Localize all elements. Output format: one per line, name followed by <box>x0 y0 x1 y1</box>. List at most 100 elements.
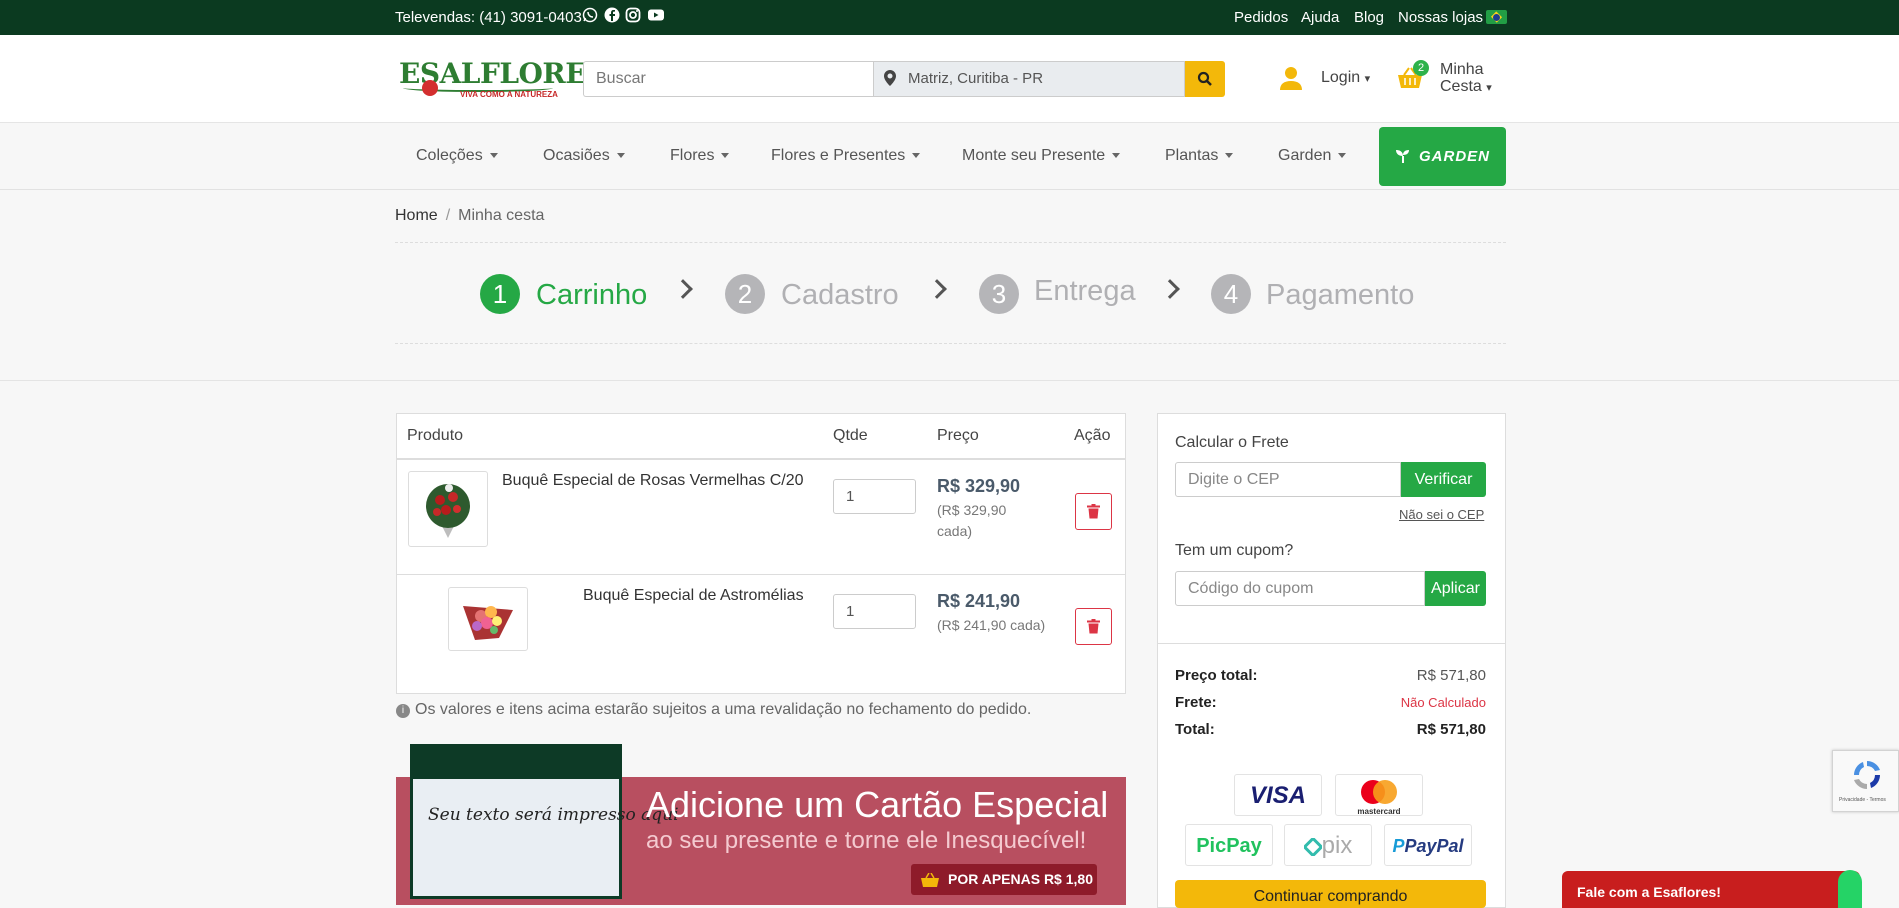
card-sample-text: Seu texto será impresso aqui <box>428 805 679 825</box>
nav-monte-seu-presente[interactable]: Monte seu Presente <box>962 147 1120 165</box>
coupon-input[interactable]: Código do cupom <box>1175 571 1425 606</box>
search-icon <box>1197 71 1212 86</box>
coupon-label: Tem um cupom? <box>1175 542 1294 559</box>
brazil-flag-icon[interactable] <box>1486 10 1507 24</box>
envelope-flap <box>410 744 622 779</box>
login-label: Login <box>1321 69 1361 86</box>
link-blog[interactable]: Blog <box>1354 9 1384 26</box>
step-2-label: Cadastro <box>781 279 899 311</box>
section-divider <box>0 380 1899 381</box>
youtube-icon[interactable] <box>647 7 664 23</box>
whatsapp-icon[interactable] <box>1838 870 1862 908</box>
main-nav <box>0 123 1899 190</box>
panel-divider <box>1158 643 1505 644</box>
total-label: Total: <box>1175 721 1215 738</box>
divider <box>395 343 1506 344</box>
nav-flores[interactable]: Flores <box>670 147 729 165</box>
product-image[interactable] <box>408 471 488 547</box>
step-3-label: Entrega <box>1034 275 1136 307</box>
breadcrumb: Home / Minha cesta <box>395 207 544 225</box>
cart-count-badge: 2 <box>1413 60 1429 76</box>
item-price: R$ 329,90 <box>937 476 1021 496</box>
shipping-cost-label: Frete: <box>1175 694 1217 711</box>
step-1-label: Carrinho <box>536 279 648 311</box>
recaptcha-icon <box>1854 761 1880 789</box>
basket-icon <box>921 873 939 887</box>
quantity-input[interactable]: 1 <box>833 594 916 629</box>
garden-button[interactable]: GARDEN <box>1379 127 1506 186</box>
continue-shopping-button[interactable]: Continuar comprando <box>1175 880 1486 908</box>
mastercard-logo: mastercard <box>1335 774 1423 816</box>
breadcrumb-home[interactable]: Home <box>395 207 438 224</box>
cart-label-1: Minha <box>1440 61 1484 78</box>
sprout-icon <box>1395 150 1409 163</box>
shipping-cost-value: Não Calculado <box>1400 695 1486 710</box>
product-image[interactable] <box>448 587 528 651</box>
total-value: R$ 571,80 <box>1416 721 1486 738</box>
verify-cep-button[interactable]: Verificar <box>1401 462 1486 497</box>
link-ajuda[interactable]: Ajuda <box>1301 9 1339 26</box>
chevron-right-icon <box>1160 279 1180 299</box>
apply-coupon-button[interactable]: Aplicar <box>1425 571 1486 606</box>
visa-logo: VISA <box>1234 774 1322 816</box>
location-selector[interactable]: Matriz, Curitiba - PR <box>873 61 1185 97</box>
instagram-icon[interactable] <box>625 7 641 23</box>
pix-logo: pix <box>1284 824 1372 866</box>
remove-item-button[interactable] <box>1075 493 1112 530</box>
add-card-button[interactable]: POR APENAS R$ 1,80 <box>911 864 1097 895</box>
paypal-logo: PPayPal <box>1384 824 1472 866</box>
shipping-label: Calcular o Frete <box>1175 434 1289 451</box>
header-price: Preço <box>937 427 979 444</box>
cart-menu[interactable]: Minha Cesta ▾ <box>1440 61 1492 97</box>
phone-number: Televendas: (41) 3091-0403 <box>395 9 582 26</box>
search-input[interactable]: Buscar <box>583 61 874 97</box>
revalidation-note: i Os valores e itens acima estarão sujeit… <box>396 701 1031 719</box>
caret-down-icon: ▾ <box>1364 73 1371 85</box>
step-1-number: 1 <box>480 274 520 314</box>
unknown-cep-link[interactable]: Não sei o CEP <box>1399 507 1484 522</box>
info-icon: i <box>396 704 410 718</box>
garden-label: GARDEN <box>1418 148 1490 165</box>
step-2-number: 2 <box>725 274 765 314</box>
note-text: Os valores e itens acima estarão sujeito… <box>415 701 1032 718</box>
picpay-logo: PicPay <box>1185 824 1273 866</box>
quantity-input[interactable]: 1 <box>833 479 916 514</box>
item-price: R$ 241,90 <box>937 591 1021 611</box>
trash-icon <box>1087 619 1100 634</box>
nav-plantas[interactable]: Plantas <box>1165 147 1233 165</box>
nav-flores-e-presentes[interactable]: Flores e Presentes <box>771 147 920 165</box>
recaptcha-text: Privacidade - Termos <box>1839 797 1886 803</box>
whatsapp-icon[interactable] <box>582 7 598 23</box>
trash-icon <box>1087 504 1100 519</box>
row-divider <box>397 574 1125 575</box>
user-icon[interactable] <box>1280 66 1302 90</box>
divider <box>395 242 1506 243</box>
table-header-divider <box>397 458 1125 460</box>
product-name[interactable]: Buquê Especial de Rosas Vermelhas C/20 <box>502 472 804 490</box>
nav-garden[interactable]: Garden <box>1278 147 1346 165</box>
header-qty: Qtde <box>833 427 868 444</box>
chevron-right-icon <box>673 279 693 299</box>
remove-item-button[interactable] <box>1075 608 1112 645</box>
link-nossas-lojas[interactable]: Nossas lojas <box>1398 9 1483 26</box>
step-4-number: 4 <box>1211 274 1251 314</box>
breadcrumb-separator: / <box>445 207 451 224</box>
banner-title: Adicione um Cartão Especial <box>646 784 1109 825</box>
item-unit-price: (R$ 241,90 cada) <box>937 617 1046 633</box>
search-button[interactable] <box>1185 61 1225 97</box>
facebook-icon[interactable] <box>604 7 620 23</box>
chat-button[interactable]: Fale com a Esaflores! <box>1562 871 1860 908</box>
link-pedidos[interactable]: Pedidos <box>1234 9 1288 26</box>
item-unit-price: (R$ 329,90 cada) <box>937 502 1007 539</box>
subtotal-value: R$ 571,80 <box>1416 667 1486 684</box>
step-4-label: Pagamento <box>1266 279 1415 311</box>
map-pin-icon <box>884 70 896 86</box>
login-menu[interactable]: Login ▾ <box>1321 69 1370 87</box>
header-action: Ação <box>1074 427 1111 444</box>
nav-ocasioes[interactable]: Ocasiões <box>543 147 625 165</box>
nav-colecoes[interactable]: Coleções <box>416 147 498 165</box>
cep-input[interactable]: Digite o CEP <box>1175 462 1401 497</box>
recaptcha-badge[interactable]: Privacidade - Termos <box>1832 750 1899 812</box>
product-name[interactable]: Buquê Especial de Astromélias <box>583 587 804 605</box>
caret-down-icon: ▾ <box>1486 82 1492 94</box>
